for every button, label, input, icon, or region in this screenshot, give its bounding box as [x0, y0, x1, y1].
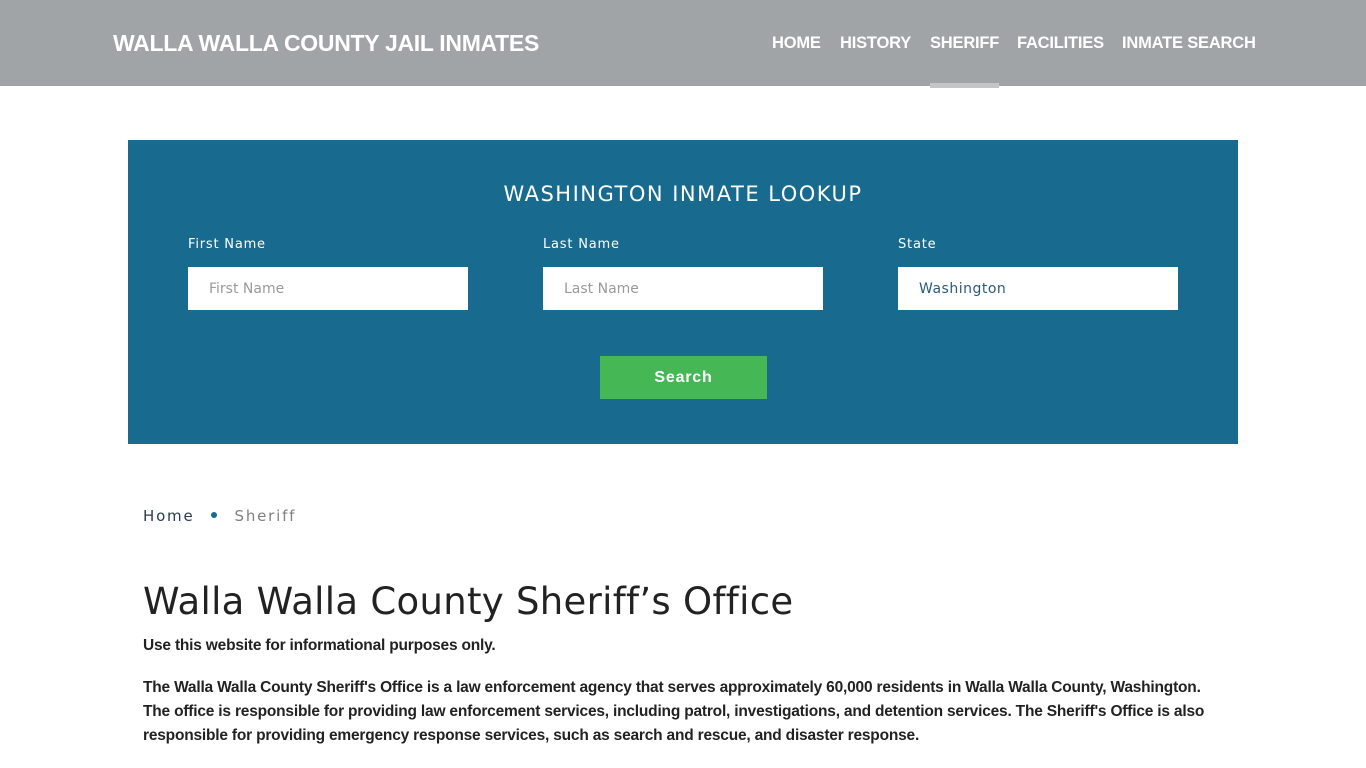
lookup-title: WASHINGTON INMATE LOOKUP: [503, 182, 863, 206]
breadcrumb: Home Sheriff: [143, 507, 296, 527]
first-name-group: First Name: [188, 237, 468, 310]
top-navbar: WALLA WALLA COUNTY JAIL INMATES HOME HIS…: [0, 0, 1366, 88]
inmate-lookup-panel: WASHINGTON INMATE LOOKUP First Name Last…: [128, 140, 1238, 444]
first-name-input[interactable]: [188, 267, 468, 310]
intro-paragraph: The Walla Walla County Sheriff's Office …: [143, 679, 1205, 744]
nav-facilities[interactable]: FACILITIES: [1017, 34, 1104, 53]
nav-home[interactable]: HOME: [772, 34, 821, 53]
first-name-label: First Name: [188, 237, 266, 252]
breadcrumb-separator-dot-icon: [210, 511, 217, 518]
last-name-label: Last Name: [543, 237, 620, 252]
disclaimer-notice: Use this website for informational purpo…: [143, 637, 496, 654]
state-label: State: [898, 237, 937, 252]
search-button[interactable]: Search: [600, 356, 767, 399]
page-title: Walla Walla County Sheriff’s Office: [143, 580, 794, 623]
nav-inmate-search[interactable]: INMATE SEARCH: [1122, 34, 1256, 53]
breadcrumb-home-link[interactable]: Home: [143, 507, 195, 525]
nav-history[interactable]: HISTORY: [840, 34, 911, 53]
state-group: State: [898, 237, 1178, 310]
last-name-input[interactable]: [543, 267, 823, 310]
last-name-group: Last Name: [543, 237, 823, 310]
state-input[interactable]: [898, 267, 1178, 310]
breadcrumb-current: Sheriff: [234, 507, 297, 525]
nav-sheriff[interactable]: SHERIFF: [930, 34, 999, 88]
main-nav: HOME HISTORY SHERIFF FACILITIES INMATE S…: [0, 34, 1366, 88]
